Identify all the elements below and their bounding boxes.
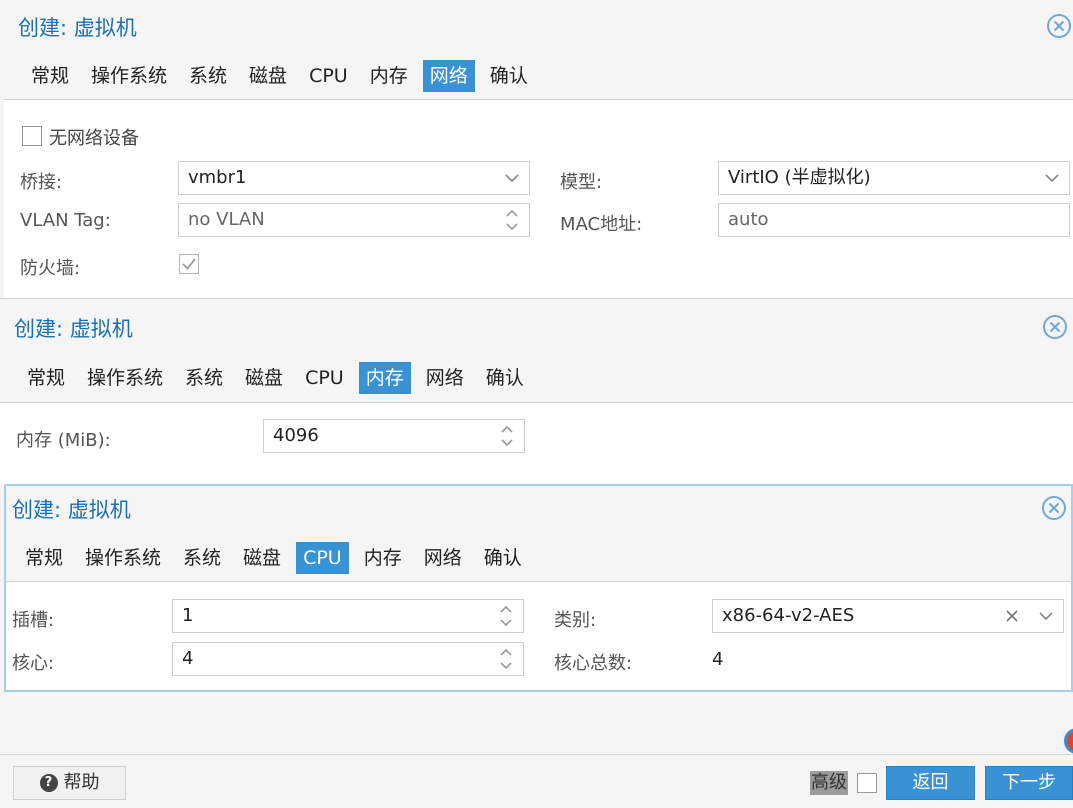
model-select[interactable]: VirtIO (半虚拟化)	[718, 161, 1070, 195]
spinner-icon[interactable]	[503, 204, 521, 236]
no-network-checkbox[interactable]	[22, 126, 42, 146]
tab-4[interactable]: CPU	[298, 362, 351, 394]
tab-5[interactable]: 内存	[357, 542, 409, 574]
close-icon[interactable]	[1046, 13, 1072, 39]
cpu-dialog: 创建: 虚拟机 常规 操作系统 系统 磁盘 CPU 内存 网络 确认 插槽: 1 类别: x8…	[4, 484, 1073, 692]
spinner-icon[interactable]	[498, 420, 516, 452]
next-button[interactable]: 下一步	[985, 766, 1073, 800]
bridge-select[interactable]: vmbr1	[178, 161, 530, 195]
tab-bar: 常规 操作系统 系统 磁盘 CPU 内存 网络 确认	[24, 60, 535, 92]
dialog-footer: ? 帮助 高级 返回 下一步	[0, 754, 1073, 808]
chevron-down-icon[interactable]	[1043, 162, 1061, 194]
tab-bar: 常规 操作系统 系统 磁盘 CPU 内存 网络 确认	[18, 542, 529, 574]
cores-value: 4	[182, 648, 194, 669]
model-value: VirtIO (半虚拟化)	[728, 167, 871, 188]
total-cores-value: 4	[712, 649, 724, 670]
tab-bar: 常规 操作系统 系统 磁盘 CPU 内存 网络 确认	[20, 362, 531, 394]
help-icon: ?	[39, 774, 58, 792]
spinner-icon[interactable]	[497, 643, 515, 675]
dialog-title: 创建: 虚拟机	[14, 317, 133, 341]
tab-1[interactable]: 操作系统	[84, 60, 174, 92]
sockets-label: 插槽:	[12, 610, 55, 631]
tab-3[interactable]: 磁盘	[236, 542, 288, 574]
memory-value: 4096	[273, 425, 319, 446]
firewall-checkbox[interactable]	[179, 254, 199, 274]
sockets-spinner[interactable]: 1	[172, 599, 524, 633]
tab-6[interactable]: 网络	[419, 362, 471, 394]
tab-3[interactable]: 磁盘	[238, 362, 290, 394]
close-icon[interactable]	[1042, 314, 1068, 340]
dialog-title: 创建: 虚拟机	[12, 498, 131, 522]
tab-0[interactable]: 常规	[18, 542, 70, 574]
tab-4[interactable]: CPU	[302, 60, 355, 92]
cores-spinner[interactable]: 4	[172, 642, 524, 676]
tab-0[interactable]: 常规	[20, 362, 72, 394]
memory-dialog: 创建: 虚拟机 常规 操作系统 系统 磁盘 CPU 内存 网络 确认 内存 (MiB): 40…	[0, 298, 1073, 484]
network-dialog: 创建: 虚拟机 常规 操作系统 系统 磁盘 CPU 内存 网络 确认 无网络设备 桥接: vm…	[4, 0, 1073, 298]
mac-input[interactable]: auto	[718, 203, 1070, 237]
total-cores-label: 核心总数:	[554, 653, 633, 674]
tab-0[interactable]: 常规	[24, 60, 76, 92]
memory-spinner[interactable]: 4096	[263, 419, 525, 453]
advanced-checkbox[interactable]	[857, 773, 877, 793]
advanced-label: 高级	[810, 771, 848, 795]
chevron-down-icon[interactable]	[1037, 600, 1055, 632]
memory-label: 内存 (MiB):	[16, 430, 111, 451]
tab-7[interactable]: 确认	[479, 362, 531, 394]
clear-icon[interactable]	[1003, 600, 1021, 632]
vlan-value: no VLAN	[188, 209, 265, 230]
mac-label: MAC地址:	[560, 214, 643, 235]
model-label: 模型:	[560, 172, 603, 193]
back-button[interactable]: 返回	[886, 766, 975, 800]
sockets-value: 1	[182, 605, 194, 626]
type-label: 类别:	[554, 610, 597, 631]
tab-7[interactable]: 确认	[483, 60, 535, 92]
vlan-spinner[interactable]: no VLAN	[178, 203, 530, 237]
tab-2[interactable]: 系统	[178, 362, 230, 394]
close-icon[interactable]	[1041, 495, 1067, 521]
dialog-title: 创建: 虚拟机	[18, 16, 137, 40]
mac-value: auto	[728, 209, 769, 230]
bridge-label: 桥接:	[20, 172, 63, 193]
cores-label: 核心:	[12, 653, 55, 674]
tab-6[interactable]: 网络	[422, 60, 475, 92]
tab-2[interactable]: 系统	[182, 60, 234, 92]
tab-1[interactable]: 操作系统	[78, 542, 168, 574]
vlan-label: VLAN Tag:	[20, 210, 111, 231]
chevron-down-icon[interactable]	[503, 162, 521, 194]
tab-3[interactable]: 磁盘	[242, 60, 294, 92]
no-network-label: 无网络设备	[49, 128, 139, 149]
tab-5[interactable]: 内存	[358, 362, 411, 394]
cpu-type-value: x86-64-v2-AES	[722, 605, 855, 626]
tab-7[interactable]: 确认	[477, 542, 529, 574]
tab-2[interactable]: 系统	[176, 542, 228, 574]
bridge-value: vmbr1	[188, 167, 247, 188]
spinner-icon[interactable]	[497, 600, 515, 632]
cpu-type-select[interactable]: x86-64-v2-AES	[712, 599, 1064, 633]
help-label: 帮助	[63, 772, 100, 793]
check-icon	[182, 258, 196, 270]
tab-6[interactable]: 网络	[417, 542, 469, 574]
tab-1[interactable]: 操作系统	[80, 362, 170, 394]
firewall-label: 防火墙:	[20, 258, 81, 279]
tab-5[interactable]: 内存	[363, 60, 415, 92]
tab-4[interactable]: CPU	[296, 542, 349, 574]
help-button[interactable]: ? 帮助	[13, 766, 126, 800]
